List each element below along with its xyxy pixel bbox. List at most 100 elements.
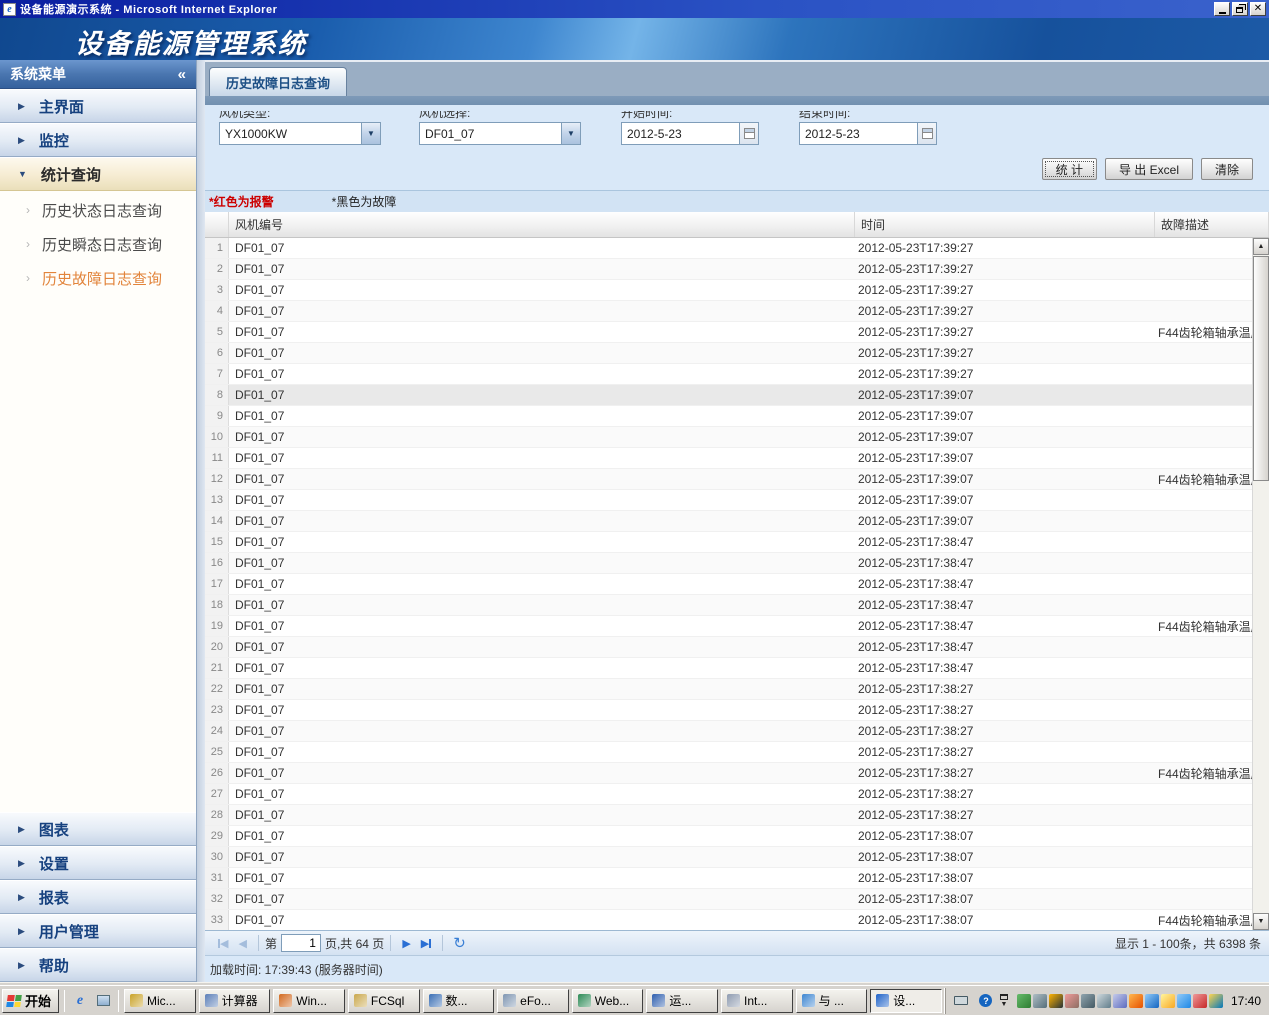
collapse-sidebar-icon[interactable]: « [178,66,186,83]
taskbar-button[interactable]: 与 ... [796,989,868,1013]
table-row[interactable]: 18DF01_072012-05-23T17:38:47 [205,595,1269,616]
messenger-icon[interactable] [1145,994,1159,1008]
quicklaunch-ie-icon[interactable]: e [70,991,90,1011]
minimize-button[interactable] [1214,2,1230,16]
sidebar-item-user-management[interactable]: ▶ 用户管理 [0,914,196,948]
fan-type-select[interactable]: YX1000KW ▼ [219,122,381,145]
calendar-icon[interactable] [917,123,936,144]
restore-button[interactable] [1232,2,1248,16]
chart-icon[interactable] [1065,994,1079,1008]
table-row[interactable]: 4DF01_072012-05-23T17:39:27 [205,301,1269,322]
table-row[interactable]: 27DF01_072012-05-23T17:38:27 [205,784,1269,805]
table-row[interactable]: 14DF01_072012-05-23T17:39:07 [205,511,1269,532]
sidebar-item-charts[interactable]: ▶ 图表 [0,812,196,846]
table-row[interactable]: 17DF01_072012-05-23T17:38:47 [205,574,1269,595]
disconnect-icon[interactable] [1193,994,1207,1008]
table-row[interactable]: 30DF01_072012-05-23T17:38:07 [205,847,1269,868]
shield-icon[interactable] [1161,994,1175,1008]
scrollbar-thumb[interactable] [1253,256,1269,481]
column-header-fault-desc[interactable]: 故障描述 [1155,212,1269,237]
network-globe-icon[interactable] [1017,994,1031,1008]
table-row[interactable]: 21DF01_072012-05-23T17:38:47 [205,658,1269,679]
scroll-down-icon[interactable]: ▼ [1253,913,1269,930]
gear-icon[interactable] [1113,994,1127,1008]
table-row[interactable]: 7DF01_072012-05-23T17:39:27 [205,364,1269,385]
tray-expand-icon[interactable]: ▼ [1000,994,1008,1008]
table-row[interactable]: 22DF01_072012-05-23T17:38:27 [205,679,1269,700]
table-row[interactable]: 2DF01_072012-05-23T17:39:27 [205,259,1269,280]
table-row[interactable]: 33DF01_072012-05-23T17:38:07F44齿轮箱轴承温度 [205,910,1269,930]
fan-select-select[interactable]: DF01_07 ▼ [419,122,581,145]
table-row[interactable]: 1DF01_072012-05-23T17:39:27 [205,238,1269,259]
table-row[interactable]: 16DF01_072012-05-23T17:38:47 [205,553,1269,574]
page-number-input[interactable] [281,934,321,952]
table-row[interactable]: 19DF01_072012-05-23T17:38:47F44齿轮箱轴承温度 [205,616,1269,637]
help-icon[interactable]: ? [975,991,997,1011]
taskbar-button[interactable]: FCSql [348,989,420,1013]
grid-scrollbar[interactable]: ▲ ▼ [1252,238,1269,930]
table-row[interactable]: 23DF01_072012-05-23T17:38:27 [205,700,1269,721]
sidebar-item-stats-query[interactable]: ▼ 统计查询 [0,157,196,191]
weather-icon[interactable] [1209,994,1223,1008]
show-desktop-icon[interactable] [93,991,113,1011]
taskbar-button[interactable]: 计算器 [199,989,271,1013]
scroll-up-icon[interactable]: ▲ [1253,238,1269,255]
table-row[interactable]: 26DF01_072012-05-23T17:38:27F44齿轮箱轴承温度 [205,763,1269,784]
display-icon[interactable] [1033,994,1047,1008]
sidebar-item-reports[interactable]: ▶ 报表 [0,880,196,914]
network-tree-icon[interactable] [1081,994,1095,1008]
sidebar-item-settings[interactable]: ▶ 设置 [0,846,196,880]
start-time-field[interactable]: 2012-5-23 [621,122,759,145]
taskbar-button[interactable]: Win... [273,989,345,1013]
sidebar-subitem-history-transient-log[interactable]: › 历史瞬态日志查询 [0,227,196,261]
keyboard-layout-icon[interactable] [950,991,972,1011]
taskbar-button[interactable]: Int... [721,989,793,1013]
table-row[interactable]: 13DF01_072012-05-23T17:39:07 [205,490,1269,511]
table-row[interactable]: 32DF01_072012-05-23T17:38:07 [205,889,1269,910]
export-excel-button[interactable]: 导 出 Excel [1105,158,1193,180]
refresh-icon[interactable]: ↻ [453,934,466,952]
taskbar-button[interactable]: 运... [646,989,718,1013]
close-button[interactable]: ✕ [1250,2,1266,16]
p2p-icon[interactable] [1177,994,1191,1008]
taskbar-button[interactable]: Mic... [124,989,196,1013]
sidebar-subitem-history-status-log[interactable]: › 历史状态日志查询 [0,193,196,227]
statistics-button[interactable]: 统 计 [1042,158,1097,180]
table-row[interactable]: 15DF01_072012-05-23T17:38:47 [205,532,1269,553]
status-ball-icon[interactable] [1049,994,1063,1008]
window-titlebar[interactable]: e 设备能源演示系统 - Microsoft Internet Explorer… [0,0,1269,18]
last-page-icon[interactable]: ▶ [421,937,431,950]
table-row[interactable]: 8DF01_072012-05-23T17:39:07 [205,385,1269,406]
table-row[interactable]: 20DF01_072012-05-23T17:38:47 [205,637,1269,658]
server-icon[interactable] [1097,994,1111,1008]
table-row[interactable]: 31DF01_072012-05-23T17:38:07 [205,868,1269,889]
table-row[interactable]: 9DF01_072012-05-23T17:39:07 [205,406,1269,427]
table-row[interactable]: 6DF01_072012-05-23T17:39:27 [205,343,1269,364]
first-page-icon[interactable]: ◀ [218,937,228,950]
taskbar-button[interactable]: Web... [572,989,644,1013]
end-time-field[interactable]: 2012-5-23 [799,122,937,145]
column-header-fan-id[interactable]: 风机编号 [229,212,855,237]
start-button[interactable]: 开始 [2,989,59,1013]
sidebar-item-monitor[interactable]: ▶ 监控 [0,123,196,157]
table-row[interactable]: 24DF01_072012-05-23T17:38:27 [205,721,1269,742]
table-row[interactable]: 11DF01_072012-05-23T17:39:07 [205,448,1269,469]
table-row[interactable]: 29DF01_072012-05-23T17:38:07 [205,826,1269,847]
table-row[interactable]: 3DF01_072012-05-23T17:39:27 [205,280,1269,301]
table-row[interactable]: 12DF01_072012-05-23T17:39:07F44齿轮箱轴承温度 [205,469,1269,490]
clear-button[interactable]: 清除 [1201,158,1253,180]
next-page-icon[interactable]: ▶ [402,937,410,950]
taskbar-button[interactable]: eFo... [497,989,569,1013]
table-row[interactable]: 10DF01_072012-05-23T17:39:07 [205,427,1269,448]
taskbar-button[interactable]: 数... [423,989,495,1013]
swoosh-icon[interactable] [1129,994,1143,1008]
column-header-time[interactable]: 时间 [855,212,1155,237]
prev-page-icon[interactable]: ◀ [238,937,246,950]
sidebar-item-help[interactable]: ▶ 帮助 [0,948,196,982]
sidebar-item-main[interactable]: ▶ 主界面 [0,89,196,123]
tab-history-fault-log[interactable]: 历史故障日志查询 [209,67,347,96]
table-row[interactable]: 28DF01_072012-05-23T17:38:27 [205,805,1269,826]
calendar-icon[interactable] [739,123,758,144]
table-row[interactable]: 25DF01_072012-05-23T17:38:27 [205,742,1269,763]
taskbar-button[interactable]: 设... [870,989,942,1013]
